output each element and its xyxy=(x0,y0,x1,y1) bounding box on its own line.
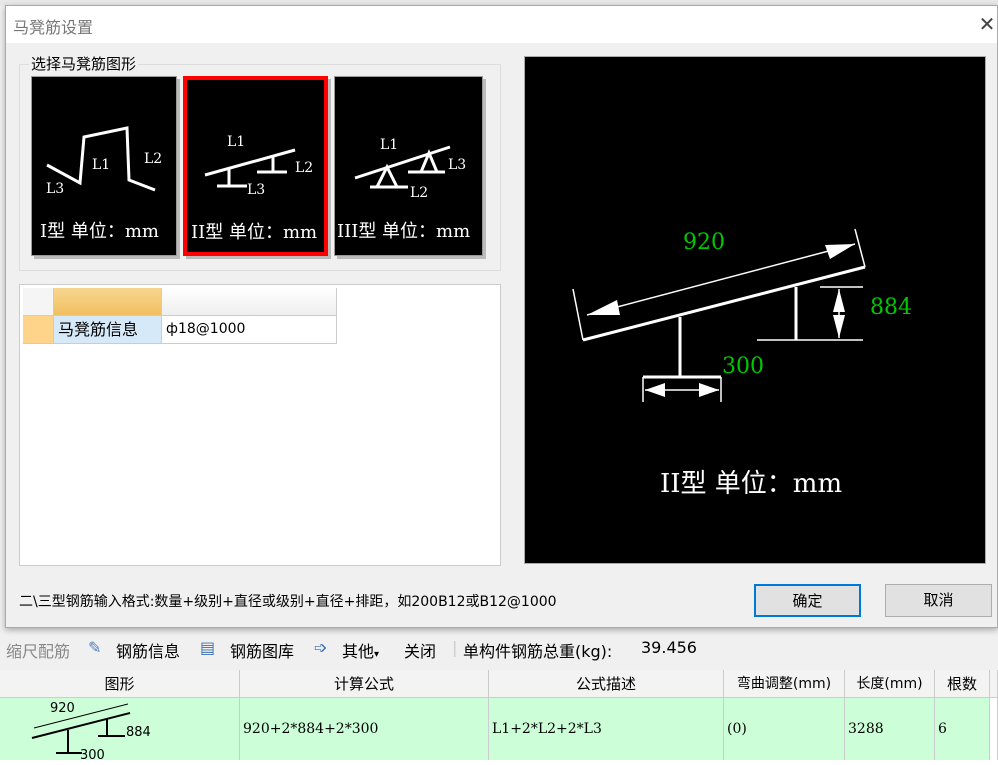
svg-text:L2: L2 xyxy=(295,160,313,176)
input-format-hint: 二\三型钢筋输入格式:数量+级别+直径或级别+直径+排距，如200B12或B12… xyxy=(19,594,557,610)
col-length: 长度(mm) xyxy=(845,670,935,698)
svg-text:L3: L3 xyxy=(448,157,466,173)
grid-corner xyxy=(23,288,54,316)
scale-rebar-button[interactable]: 缩尺配筋 xyxy=(6,638,70,662)
col-shape: 图形 xyxy=(0,670,240,698)
library-icon: ▤ xyxy=(200,638,216,657)
rebar-info-button[interactable]: 钢筋信息 xyxy=(116,638,180,662)
total-weight-value: 39.456 xyxy=(641,638,697,657)
shape-group-label: 选择马凳筋图形 xyxy=(29,53,139,74)
pencil-icon: ✎ xyxy=(88,638,102,657)
cancel-button[interactable]: 取消 xyxy=(885,584,992,617)
row-length[interactable]: 3288 xyxy=(845,698,935,760)
svg-text:L1: L1 xyxy=(92,157,110,173)
dim-L2: 884 xyxy=(870,295,912,320)
row-count[interactable]: 6 xyxy=(935,698,990,760)
property-grid: 马凳筋信息 ф18@1000 xyxy=(19,284,501,566)
grid-row-header[interactable] xyxy=(23,316,54,344)
type-3-label: III型 单位：mm xyxy=(337,221,471,242)
ok-button[interactable]: 确定 xyxy=(754,584,861,617)
col-formula: 计算公式 xyxy=(240,670,489,698)
type-1-label: I型 单位：mm xyxy=(40,221,159,242)
preview-caption: II型 单位：mm xyxy=(660,469,842,499)
stirrup-info-input[interactable]: ф18@1000 xyxy=(162,316,337,344)
row-shape-diagram: 920 884 300 xyxy=(31,701,151,760)
toolbar-divider: | xyxy=(452,638,458,657)
svg-text:L1: L1 xyxy=(227,134,245,150)
col-bend: 弯曲调整(mm) xyxy=(724,670,845,698)
rebar-toolbar: 缩尺配筋 ✎ 钢筋信息 ▤ 钢筋图库 ➩ 其他▾ 关闭 | 单构件钢筋总重(kg… xyxy=(0,632,998,666)
dialog-title: 马凳筋设置 xyxy=(13,18,94,37)
total-weight-label: 单构件钢筋总重(kg): xyxy=(463,642,613,661)
shape-option-type-1[interactable]: L1 L2 L3 I型 单位：mm xyxy=(31,76,177,256)
col-extra xyxy=(990,670,998,698)
type-2-label: II型 单位：mm xyxy=(191,222,318,243)
row-dim-L3: 300 xyxy=(80,748,105,760)
svg-text:L1: L1 xyxy=(380,137,398,153)
rebar-library-button[interactable]: 钢筋图库 xyxy=(230,638,294,662)
col-description: 公式描述 xyxy=(489,670,724,698)
rebar-table: 图形 计算公式 公式描述 弯曲调整(mm) 长度(mm) 根数 920 884 … xyxy=(0,670,998,765)
svg-text:L3: L3 xyxy=(247,182,265,198)
row-formula[interactable]: 920+2*884+2*300 xyxy=(240,698,489,760)
type-2-preview-diagram: 920 884 300 II型 单位：mm xyxy=(572,228,912,499)
close-toolbar-button[interactable]: 关闭 xyxy=(404,638,436,662)
other-label: 其他 xyxy=(342,642,375,661)
col-count: 根数 xyxy=(935,670,990,698)
row-description[interactable]: L1+2*L2+2*L3 xyxy=(489,698,724,760)
row-dim-L2: 884 xyxy=(126,725,151,740)
row-shape-cell[interactable]: 920 884 300 xyxy=(0,698,240,760)
grid-header-value xyxy=(162,288,337,316)
dim-L1: 920 xyxy=(683,230,725,255)
svg-text:L2: L2 xyxy=(410,185,428,201)
other-menu-button[interactable]: 其他▾ xyxy=(342,638,379,662)
svg-text:L2: L2 xyxy=(144,151,162,167)
close-icon[interactable]: ✕ xyxy=(974,10,998,38)
shape-option-type-3[interactable]: L1 L2 L3 III型 单位：mm xyxy=(334,76,483,256)
title-bar: 马凳筋设置 ✕ xyxy=(6,6,997,43)
row-dim-L1: 920 xyxy=(50,701,75,716)
grid-row-label: 马凳筋信息 xyxy=(54,316,162,344)
dropdown-arrow-icon: ▾ xyxy=(374,649,380,660)
shape-option-type-2-selected[interactable]: L1 L2 L3 II型 单位：mm xyxy=(183,76,328,256)
svg-text:L3: L3 xyxy=(46,181,64,197)
row-bend[interactable]: (0) xyxy=(724,698,845,760)
grid-header-name xyxy=(54,288,162,316)
stirrup-settings-dialog: 马凳筋设置 ✕ 选择马凳筋图形 L1 L2 L3 I型 单位：mm L1 L2 … xyxy=(5,5,998,628)
dim-L3: 300 xyxy=(722,354,764,379)
other-icon: ➩ xyxy=(314,638,328,657)
row-extra xyxy=(990,698,998,760)
shape-preview: 920 884 300 II型 单位：mm xyxy=(524,56,986,564)
